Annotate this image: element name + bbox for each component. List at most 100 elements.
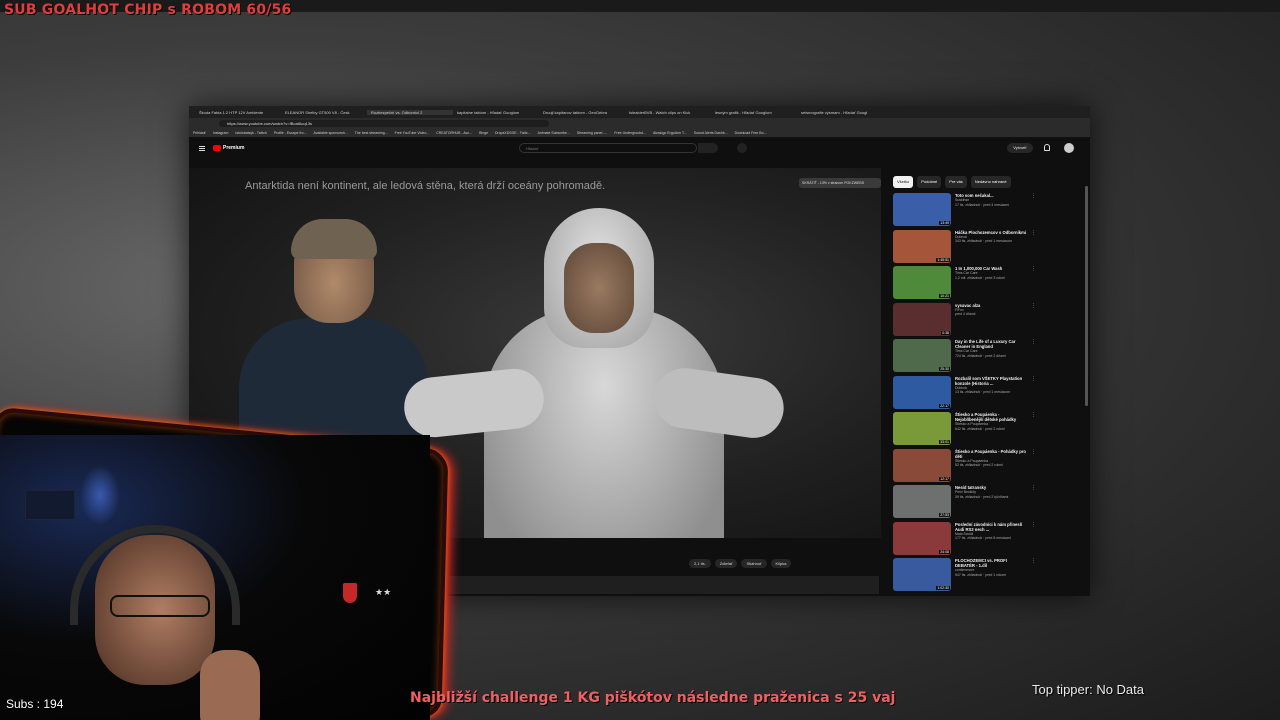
video-thumbnail[interactable]: 24:08: [893, 521, 951, 555]
like-button[interactable]: 2,1 tis.: [689, 558, 711, 568]
video-thumbnail[interactable]: 12:17: [893, 448, 951, 482]
bookmark-item[interactable]: Sound Alerts Dashb...: [694, 131, 728, 135]
bookmark-item[interactable]: The best streaming...: [355, 131, 388, 135]
more-options-icon[interactable]: ⋮: [1031, 303, 1036, 340]
clip-button[interactable]: Klipka: [770, 558, 792, 568]
video-meta: 1 In 1,000,000 Car Wash Tims Car Care 1,2 …: [955, 266, 1027, 303]
browser-tab[interactable]: Druuji kapitanov taktom - GeoGebra: [539, 110, 625, 115]
search-input[interactable]: Hľadať: [519, 143, 697, 153]
youtube-logo[interactable]: Premium: [213, 145, 244, 151]
microphone-icon[interactable]: [737, 143, 747, 153]
more-options-icon[interactable]: ⋮: [1031, 522, 1036, 559]
bookmark-item[interactable]: CREATORHUB - Acc...: [436, 131, 472, 135]
account-avatar[interactable]: [1064, 143, 1074, 153]
video-thumbnail[interactable]: 1:02:30: [893, 558, 951, 591]
browser-tab[interactable]: kapitaine taktom - Hľadať Googlom: [453, 110, 539, 115]
bookmark-item[interactable]: Download Free Bo...: [735, 131, 767, 135]
bookmark-item[interactable]: Profile - Escape fro...: [274, 131, 307, 135]
bookmark-item[interactable]: Prihlásiť: [193, 131, 206, 135]
streamer-hand: [200, 650, 260, 720]
video-meta: Toto som nečakal... Suskihse 17 tis. zhlia…: [955, 193, 1027, 230]
recommendation-item[interactable]: 13:49 Toto som nečakal... Suskihse 17 tis. …: [893, 193, 1083, 230]
chip-for-you[interactable]: Pre vás: [945, 176, 967, 188]
recommendation-item[interactable]: 12:17 Štiesko a Poupáenka - Pohádky pro d…: [893, 448, 1083, 486]
chip-all[interactable]: Všetko: [893, 176, 914, 188]
recommendation-item[interactable]: 22:17 Rozbalil som VŠETKY Playstation kon…: [893, 375, 1083, 413]
address-row: https://www.youtube.com/watch?v=fBoa6Iuq…: [189, 118, 1090, 128]
video-title[interactable]: Háčka Plochozemcov s Odborníkmi: [955, 230, 1027, 235]
webcam-overlay: ★★: [0, 406, 450, 720]
browser-tab[interactable]: Škoda Fabia 1.2 HTP 12V Ambiente: [195, 110, 281, 115]
recommendation-item[interactable]: 27:53 Nesíd tatransky Pieni Beskidy 39 tis.…: [893, 485, 1083, 522]
more-options-icon[interactable]: ⋮: [1031, 558, 1036, 595]
video-title[interactable]: Štiesko a Poupáenka - Nejoblíbenější dět…: [955, 412, 1027, 422]
video-thumbnail[interactable]: 25:30: [893, 339, 951, 372]
bookmark-item[interactable]: DropsXDSGE - Twitc...: [495, 131, 531, 135]
bookmark-item[interactable]: Instagram: [213, 131, 229, 135]
browser-tab[interactable]: ELEANOR Shelby GT500 V8 - Česk: [281, 110, 367, 115]
bookmark-item[interactable]: Free YouTube Video...: [395, 131, 430, 135]
chip-recent[interactable]: Nedávno nahrané: [970, 176, 1011, 188]
browser-tab[interactable]: seismografie výsmam - Hľadať Googl: [797, 110, 883, 115]
video-title[interactable]: Rozbalil som VŠETKY Playstation konzole …: [955, 376, 1027, 386]
more-options-icon[interactable]: ⋮: [1031, 412, 1036, 449]
browser-tab[interactable]: lesným grafik - Hľadať Googlom: [711, 110, 797, 115]
video-thumbnail[interactable]: 10:21: [893, 266, 951, 299]
bookmark-item[interactable]: Istuiobatsyk - Twitch: [235, 131, 266, 135]
more-options-icon[interactable]: ⋮: [1031, 376, 1036, 413]
video-thumbnail[interactable]: 0:38: [893, 302, 951, 336]
search-button[interactable]: [698, 143, 718, 153]
more-options-icon[interactable]: ⋮: [1031, 339, 1036, 376]
recommendation-item[interactable]: 24:08 Poslední závodníci k nám přineslí A…: [893, 521, 1083, 559]
video-title[interactable]: PLOCHOZEMCI vs. PROFI DEBATÉR - 1.díl: [955, 558, 1027, 568]
bookmark-item[interactable]: Animate Subscribe...: [538, 131, 570, 135]
create-button[interactable]: Vytvoriť: [1007, 143, 1033, 153]
video-thumbnail[interactable]: 22:17: [893, 375, 951, 409]
scrollbar[interactable]: [1085, 186, 1088, 406]
video-duration: 25:30: [939, 367, 950, 371]
bookmark-item[interactable]: Free Undergroubd...: [614, 131, 646, 135]
recommendation-item[interactable]: 10:21 1 In 1,000,000 Car Wash Tims Car Car…: [893, 266, 1083, 303]
recommendation-item[interactable]: 0:38 vysavac alza FiFov pred 4 dňami ⋮: [893, 302, 1083, 340]
video-stats: 52 tis. zhliadnutí · pred 2 rokmi: [955, 463, 1003, 467]
more-options-icon[interactable]: ⋮: [1031, 449, 1036, 486]
more-options-icon[interactable]: ⋮: [1031, 193, 1036, 230]
video-thumbnail[interactable]: 13:49: [893, 193, 951, 226]
recommendation-item[interactable]: 25:30 Day in the Life of a Luxury Car Cle…: [893, 339, 1083, 376]
video-meta: vysavac alza FiFov pred 4 dňami: [955, 303, 1027, 340]
video-thumbnail[interactable]: 27:53: [893, 485, 951, 518]
bookmark-item[interactable]: Binge: [479, 131, 488, 135]
bookmark-item[interactable]: Streaming panel -...: [577, 131, 608, 135]
hamburger-menu-icon[interactable]: [199, 145, 205, 151]
video-meta: Day in the Life of a Luxury Car Cleaner …: [955, 339, 1027, 376]
browser-tab[interactable]: IsleaiderBVB - Watch clips on Kick: [625, 110, 711, 115]
video-meta: Háčka Plochozemcov s Odborníkmi Dubnok 343…: [955, 230, 1027, 267]
recommendation-item[interactable]: 1:45:51 Háčka Plochozemcov s Odborníkmi Du…: [893, 229, 1083, 267]
recommendation-item[interactable]: 1:02:30 PLOCHOZEMCI vs. PROFI DEBATÉR - 1…: [893, 558, 1083, 595]
video-duration: 33:01: [939, 440, 950, 444]
video-title[interactable]: Day in the Life of a Luxury Car Cleaner …: [955, 339, 1027, 349]
video-thumbnail[interactable]: 1:45:51: [893, 229, 951, 263]
bookmark-item[interactable]: Alzalogo ErgoArm T...: [653, 131, 687, 135]
video-stats: 17 tis. zhliadnutí · pred 4 mesiacmi: [955, 202, 1010, 207]
bookmark-item[interactable]: Available sponsorsh...: [314, 131, 348, 135]
recommendation-item[interactable]: 33:01 Štiesko a Poupáenka - Nejoblíbenějš…: [893, 412, 1083, 449]
browser-tab-active[interactable]: Rozbezpeční vs. Odborníci 2: [367, 109, 453, 115]
filter-chips: Všetko Podobné Pre vás Nedávno nahrané: [893, 176, 1083, 188]
recommendation-list: 13:49 Toto som nečakal... Suskihse 17 tis. …: [893, 193, 1083, 595]
challenge-ticker: Najbližší challenge 1 KG piškótov násled…: [410, 690, 896, 706]
notifications-bell-icon[interactable]: [1044, 144, 1050, 151]
video-title[interactable]: Štiesko a Poupáenka - Pohádky pro děti: [955, 449, 1027, 459]
video-title[interactable]: Poslední závodníci k nám přineslí Audi R…: [955, 522, 1027, 532]
video-thumbnail[interactable]: 33:01: [893, 412, 951, 445]
more-options-icon[interactable]: ⋮: [1031, 266, 1036, 303]
more-options-icon[interactable]: ⋮: [1031, 230, 1036, 267]
skip-segment-chip[interactable]: SKRÁTIŤ - 13% v stranom POKZWEBS: [799, 178, 881, 188]
download-button[interactable]: Stiahnuť: [741, 558, 767, 568]
video-person-hazmat-suit: [401, 208, 788, 538]
address-bar[interactable]: https://www.youtube.com/watch?v=fBoa6Iuq…: [219, 119, 549, 127]
share-button[interactable]: Zdieľať: [714, 558, 738, 568]
slovak-crest-icon: [343, 583, 357, 603]
chip-similar[interactable]: Podobné: [917, 176, 942, 188]
more-options-icon[interactable]: ⋮: [1031, 485, 1036, 522]
